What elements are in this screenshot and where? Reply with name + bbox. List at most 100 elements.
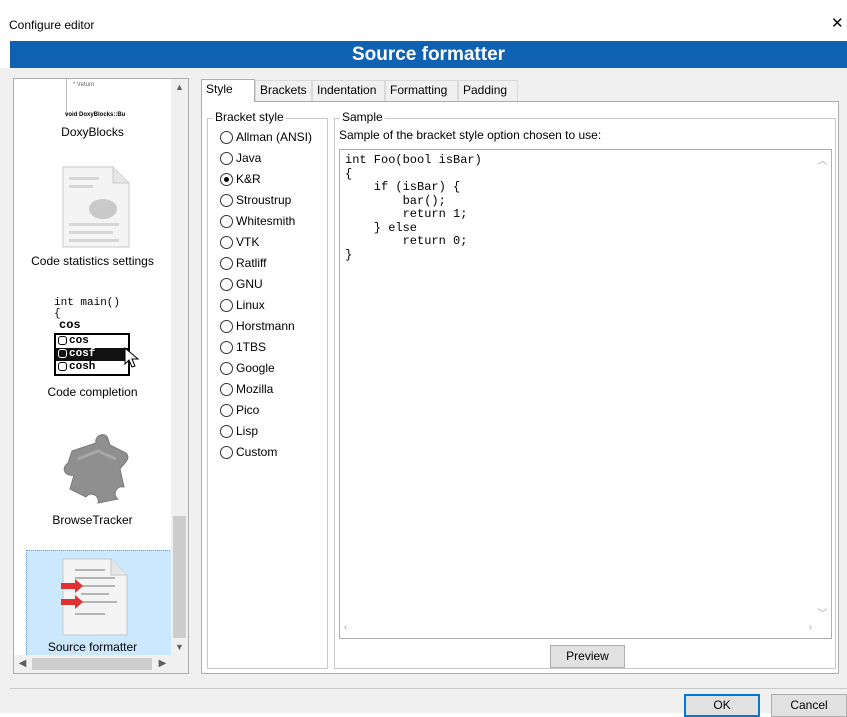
radio-indicator: [220, 319, 233, 333]
window-titlebar: [0, 0, 847, 37]
radio-mozilla[interactable]: Mozilla: [220, 379, 273, 399]
radio-label: Lisp: [236, 424, 259, 438]
radio-label: Stroustrup: [236, 193, 292, 207]
scroll-down-icon[interactable]: ▼: [171, 639, 188, 656]
scroll-down-icon[interactable]: ﹀: [814, 605, 831, 620]
radio-label: Java: [236, 151, 262, 165]
radio-label: VTK: [236, 235, 260, 249]
bracket-style-title: Bracket style: [213, 110, 286, 124]
radio-label: GNU: [236, 277, 263, 291]
scroll-left-icon[interactable]: ◀: [14, 655, 31, 673]
radio-indicator: [220, 424, 233, 438]
radio-label: K&R: [236, 172, 261, 186]
completion-item: cosf: [69, 348, 96, 360]
close-icon[interactable]: ✕: [831, 14, 847, 32]
code-hscrollbar[interactable]: ‹ ›: [340, 621, 816, 638]
preview-button[interactable]: Preview: [550, 645, 625, 668]
tab-padding[interactable]: Padding: [458, 80, 518, 101]
ok-button[interactable]: OK: [684, 694, 760, 717]
tab-style[interactable]: Style: [201, 79, 255, 102]
radio-ratliff[interactable]: Ratliff: [220, 253, 266, 273]
radio-horstmann[interactable]: Horstmann: [220, 316, 295, 336]
radio-lisp[interactable]: Lisp: [220, 421, 258, 441]
radio-custom[interactable]: Custom: [220, 442, 277, 462]
radio-indicator: [220, 235, 233, 249]
scroll-up-icon[interactable]: ︿: [814, 152, 831, 167]
radio-vtk[interactable]: VTK: [220, 232, 259, 252]
radio-pico[interactable]: Pico: [220, 400, 259, 420]
tab-brackets[interactable]: Brackets: [255, 80, 312, 101]
scroll-thumb[interactable]: [173, 516, 186, 638]
category-label: Code completion: [47, 385, 138, 399]
code-completion-icon: int main() { cos cos cosf cosh: [54, 297, 144, 382]
completion-typed-text: cos: [59, 318, 81, 332]
radio-indicator: [220, 445, 233, 459]
radio-indicator: [220, 193, 233, 207]
category-item-browsetracker[interactable]: BrowseTracker: [14, 427, 171, 537]
radio-indicator: [220, 130, 233, 144]
radio-google[interactable]: Google: [220, 358, 275, 378]
radio-1tbs[interactable]: 1TBS: [220, 337, 266, 357]
radio-indicator: [220, 382, 233, 396]
scroll-left-icon[interactable]: ‹: [344, 622, 347, 633]
footer-separator: [10, 688, 847, 689]
radio-indicator: [220, 214, 233, 228]
category-list-hscrollbar[interactable]: ◀ ▶: [14, 655, 188, 673]
radio-indicator: [220, 361, 233, 375]
radio-indicator: [220, 277, 233, 291]
category-item-code-completion[interactable]: int main() { cos cos cosf cosh Code comp…: [14, 297, 171, 407]
page-header: Source formatter: [10, 41, 847, 68]
doxyblocks-thumb-line: * \return: [73, 82, 95, 88]
bracket-style-group: Bracket style Allman (ANSI) Java K&R Str…: [207, 110, 328, 669]
code-vscrollbar[interactable]: ︿ ﹀: [814, 150, 831, 622]
radio-indicator: [220, 256, 233, 270]
puzzle-icon: [63, 434, 129, 504]
tab-indentation[interactable]: Indentation: [312, 80, 385, 101]
tab-formatting[interactable]: Formatting: [385, 80, 458, 101]
radio-label: Horstmann: [236, 319, 295, 333]
radio-whitesmith[interactable]: Whitesmith: [220, 211, 295, 231]
radio-label: 1TBS: [236, 340, 267, 354]
cancel-button[interactable]: Cancel: [771, 694, 847, 717]
sample-code: int Foo(bool isBar) { if (isBar) { bar()…: [345, 153, 482, 262]
category-item-doxyblocks[interactable]: * \return void DoxyBlocks::Bu DoxyBlocks: [14, 79, 171, 139]
radio-indicator: [220, 172, 233, 186]
radio-label: Linux: [236, 298, 265, 312]
category-item-source-formatter[interactable]: Source formatter: [14, 551, 171, 656]
category-label: DoxyBlocks: [61, 125, 124, 139]
scroll-up-icon[interactable]: ▲: [171, 79, 188, 96]
tab-panel-style: Bracket style Allman (ANSI) Java K&R Str…: [201, 101, 839, 674]
radio-linux[interactable]: Linux: [220, 295, 265, 315]
radio-label: Allman (ANSI): [236, 130, 313, 144]
category-list[interactable]: * \return void DoxyBlocks::Bu DoxyBlocks…: [13, 78, 189, 674]
radio-gnu[interactable]: GNU: [220, 274, 263, 294]
scroll-right-icon[interactable]: ›: [809, 622, 812, 633]
category-label: Source formatter: [47, 640, 138, 654]
sample-group: Sample Sample of the bracket style optio…: [334, 110, 836, 669]
code-statistics-icon: [62, 166, 130, 248]
sample-code-view[interactable]: int Foo(bool isBar) { if (isBar) { bar()…: [339, 149, 832, 639]
radio-kr[interactable]: K&R: [220, 169, 261, 189]
doxyblocks-thumb-line: void DoxyBlocks::Bu: [65, 112, 126, 118]
category-label: BrowseTracker: [52, 513, 133, 527]
radio-label: Pico: [236, 403, 260, 417]
radio-label: Mozilla: [236, 382, 274, 396]
scroll-thumb[interactable]: [32, 658, 152, 670]
radio-stroustrup[interactable]: Stroustrup: [220, 190, 291, 210]
radio-label: Whitesmith: [236, 214, 296, 228]
radio-label: Ratliff: [236, 256, 267, 270]
completion-item: cos: [69, 335, 89, 347]
source-formatter-icon: [61, 558, 128, 636]
radio-indicator: [220, 298, 233, 312]
category-item-code-statistics[interactable]: Code statistics settings: [14, 161, 171, 276]
radio-allman[interactable]: Allman (ANSI): [220, 127, 312, 147]
radio-indicator: [220, 151, 233, 165]
window-title: Configure editor: [9, 18, 95, 32]
radio-indicator: [220, 340, 233, 354]
radio-label: Custom: [236, 445, 278, 459]
radio-indicator: [220, 403, 233, 417]
scroll-right-icon[interactable]: ▶: [154, 655, 171, 673]
category-list-vscrollbar[interactable]: ▲ ▼: [171, 79, 188, 656]
radio-java[interactable]: Java: [220, 148, 261, 168]
radio-label: Google: [236, 361, 275, 375]
